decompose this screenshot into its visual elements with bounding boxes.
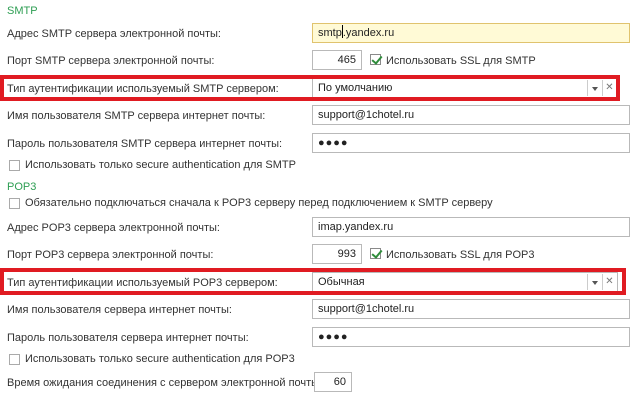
smtp-server-value-start: smtp	[318, 27, 342, 39]
pop3-port-label: Порт POP3 сервера электронной почты:	[7, 249, 214, 261]
smtp-port-label: Порт SMTP сервера электронной почты:	[7, 55, 215, 67]
smtp-user-input[interactable]: support@1chotel.ru	[312, 105, 630, 125]
smtp-auth-value: По умолчанию	[318, 82, 393, 94]
pop3-auth-label: Тип аутентификации используемый POP3 сер…	[7, 277, 278, 289]
pop3-connect-first-checkbox[interactable]	[9, 198, 20, 209]
close-icon[interactable]: ✕	[602, 80, 616, 96]
pop3-ssl-checkbox[interactable]	[370, 248, 381, 259]
smtp-server-label: Адрес SMTP сервера электронной почты:	[7, 28, 221, 40]
chevron-down-icon[interactable]	[587, 274, 601, 290]
pop3-password-input[interactable]: ●●●●	[312, 327, 630, 347]
pop3-password-label: Пароль пользователя сервера интернет поч…	[7, 332, 249, 344]
pop3-section-title: POP3	[7, 181, 37, 193]
smtp-server-value-end: .yandex.ru	[342, 27, 395, 39]
pop3-secure-auth-checkbox[interactable]	[9, 354, 20, 365]
pop3-user-input[interactable]: support@1chotel.ru	[312, 299, 630, 319]
smtp-port-input[interactable]: 465	[312, 50, 362, 70]
smtp-ssl-checkbox[interactable]	[370, 54, 381, 65]
smtp-password-input[interactable]: ●●●●	[312, 133, 630, 153]
close-icon[interactable]: ✕	[602, 274, 616, 290]
timeout-label: Время ожидания соединения с сервером эле…	[7, 377, 323, 389]
pop3-server-label: Адрес POP3 сервера электронной почты:	[7, 222, 220, 234]
smtp-password-label: Пароль пользователя SMTP сервера интерне…	[7, 138, 283, 150]
smtp-secure-auth-checkbox[interactable]	[9, 160, 20, 171]
smtp-server-input[interactable]: smtp.yandex.ru	[312, 23, 630, 43]
smtp-ssl-label[interactable]: Использовать SSL для SMTP	[386, 55, 536, 67]
pop3-auth-value: Обычная	[318, 276, 365, 288]
pop3-server-input[interactable]: imap.yandex.ru	[312, 217, 630, 237]
timeout-input[interactable]: 60	[314, 372, 352, 392]
smtp-section-title: SMTP	[7, 5, 38, 17]
pop3-user-label: Имя пользователя сервера интернет почты:	[7, 304, 232, 316]
smtp-auth-select[interactable]: По умолчанию ✕	[312, 78, 618, 98]
smtp-auth-label: Тип аутентификации используемый SMTP сер…	[7, 83, 279, 95]
pop3-port-input[interactable]: 993	[312, 244, 362, 264]
pop3-connect-first-label[interactable]: Обязательно подключаться сначала к POP3 …	[25, 197, 493, 209]
pop3-ssl-label[interactable]: Использовать SSL для POP3	[386, 249, 534, 261]
smtp-user-label: Имя пользователя SMTP сервера интернет п…	[7, 110, 266, 122]
smtp-secure-auth-label[interactable]: Использовать только secure authenticatio…	[25, 159, 296, 171]
pop3-secure-auth-label[interactable]: Использовать только secure authenticatio…	[25, 353, 295, 365]
pop3-auth-select[interactable]: Обычная ✕	[312, 272, 618, 292]
chevron-down-icon[interactable]	[587, 80, 601, 96]
